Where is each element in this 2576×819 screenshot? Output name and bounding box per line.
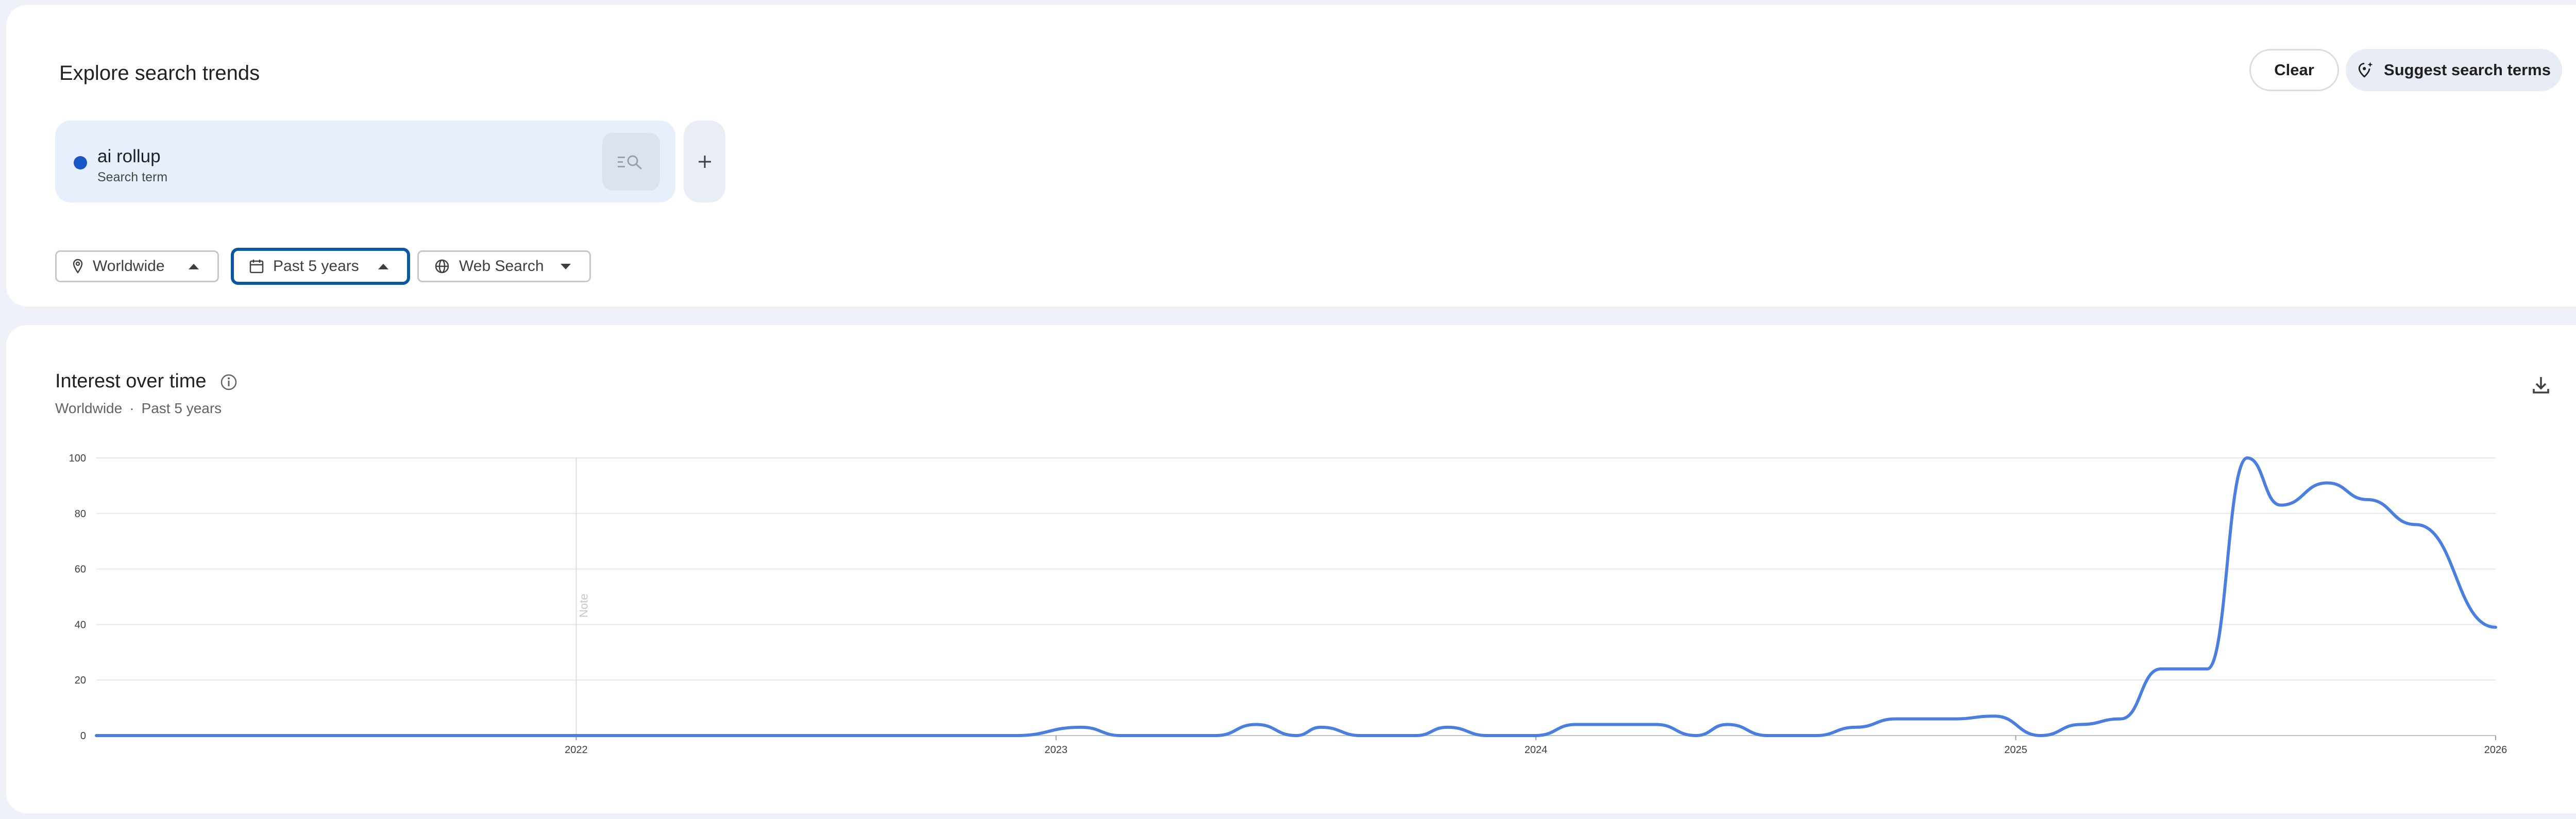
y-tick-label: 20: [75, 675, 86, 686]
caret-down-icon: [561, 263, 571, 269]
location-pin-icon: [72, 259, 83, 274]
location-filter-label: Worldwide: [93, 258, 165, 275]
sparkle-pin-icon: [2358, 62, 2373, 78]
location-filter[interactable]: Worldwide: [55, 250, 219, 282]
caret-up-icon: [378, 263, 388, 269]
time-range-filter[interactable]: Past 5 years: [231, 248, 410, 285]
note-marker-label: Note: [577, 594, 590, 618]
search-term-type: Search term: [97, 170, 168, 184]
caret-up-icon: [189, 263, 199, 269]
add-term-button[interactable]: [684, 121, 725, 202]
y-tick-label: 0: [80, 730, 86, 742]
list-search-icon: [618, 155, 642, 170]
search-property-filter-label: Web Search: [459, 258, 544, 275]
x-tick-label: 2023: [1045, 744, 1068, 756]
suggest-search-terms-button[interactable]: Suggest search terms: [2346, 49, 2562, 91]
calendar-icon: [249, 259, 264, 274]
interest-chart: 0 20 40 60 80 100 2022 2023 2024 2025 2026 Note: [69, 453, 2507, 756]
series-line-ai-rollup: [95, 456, 2497, 738]
time-range-filter-label: Past 5 years: [273, 258, 359, 275]
search-term-options-button[interactable]: [602, 133, 660, 191]
interest-over-time-panel: Interest over time Worldwide · Past 5 ye…: [6, 325, 2576, 813]
search-term-card[interactable]: ai rollup Search term: [55, 121, 675, 202]
y-tick-label: 40: [75, 619, 86, 630]
search-term-name: ai rollup: [97, 146, 161, 166]
globe-icon: [434, 259, 450, 274]
x-tick-label: 2026: [2484, 744, 2507, 756]
clear-button[interactable]: Clear: [2249, 49, 2339, 91]
y-tick-label: 80: [75, 508, 86, 520]
y-tick-label: 100: [69, 453, 86, 464]
search-property-filter[interactable]: Web Search: [417, 250, 591, 282]
suggest-search-terms-label: Suggest search terms: [2384, 61, 2551, 79]
x-tick-label: 2025: [2004, 744, 2027, 756]
page-title: Explore search trends: [59, 62, 260, 84]
plus-icon: [698, 155, 711, 168]
y-tick-label: 60: [75, 564, 86, 575]
explore-panel: Explore search trends Clear Suggest sear…: [6, 5, 2576, 306]
series-color-dot: [74, 156, 87, 169]
x-tick-label: 2024: [1524, 744, 1548, 756]
x-tick-label: 2022: [565, 744, 588, 756]
